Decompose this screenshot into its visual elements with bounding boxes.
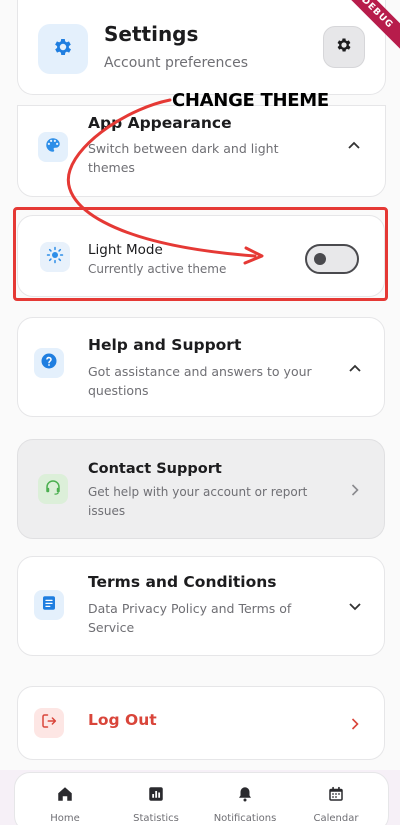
document-icon (40, 594, 58, 616)
bell-icon (236, 785, 254, 807)
contact-subtitle: Get help with your account or report iss… (88, 485, 308, 518)
contact-icon-tile (38, 474, 68, 504)
settings-action-button[interactable] (323, 26, 365, 68)
chart-icon (147, 785, 165, 807)
help-support-card[interactable]: Help and Support Got assistance and answ… (17, 317, 385, 417)
calendar-icon (327, 785, 345, 807)
help-icon-tile (34, 348, 64, 378)
headset-icon (44, 478, 62, 500)
nav-item-notifications[interactable]: Notifications (205, 785, 285, 824)
terms-subtitle: Data Privacy Policy and Terms of Service (88, 601, 292, 635)
nav-item-calendar[interactable]: Calendar (296, 785, 376, 824)
highlight-box (13, 207, 388, 301)
chevron-up-icon[interactable] (344, 135, 364, 155)
home-icon (56, 785, 74, 807)
help-title: Help and Support (88, 336, 242, 354)
palette-icon (44, 136, 62, 158)
question-icon (40, 352, 58, 374)
contact-support-card[interactable]: Contact Support Get help with your accou… (17, 439, 385, 539)
help-subtitle: Got assistance and answers to your quest… (88, 364, 312, 398)
terms-card[interactable]: Terms and Conditions Data Privacy Policy… (17, 556, 385, 656)
page-title: Settings (104, 22, 199, 46)
appearance-title: App Appearance (88, 114, 232, 132)
chevron-down-icon[interactable] (345, 597, 365, 617)
logout-icon-tile (34, 708, 64, 738)
header-card: Settings Account preferences (17, 0, 386, 95)
chevron-right-icon[interactable] (345, 480, 365, 500)
appearance-subtitle: Switch between dark and light themes (88, 141, 279, 175)
annotation-label: CHANGE THEME (172, 90, 329, 111)
logout-card[interactable]: Log Out (17, 686, 385, 760)
gear-icon (335, 36, 353, 58)
header-icon-tile (38, 24, 88, 74)
appearance-card[interactable]: App Appearance Switch between dark and l… (17, 105, 386, 197)
appearance-icon-tile (38, 132, 68, 162)
settings-screen: Settings Account preferences DEBUG App A… (0, 0, 400, 825)
nav-item-home[interactable]: Home (25, 785, 105, 824)
nav-label-statistics: Statistics (133, 813, 179, 824)
chevron-right-icon[interactable] (345, 714, 365, 734)
terms-icon-tile (34, 590, 64, 620)
gear-icon (52, 36, 74, 62)
nav-label-calendar: Calendar (313, 813, 359, 824)
logout-title: Log Out (88, 711, 157, 729)
nav-label-home: Home (50, 813, 80, 824)
logout-icon (40, 712, 58, 734)
terms-title: Terms and Conditions (88, 573, 277, 591)
chevron-up-icon[interactable] (345, 358, 365, 378)
nav-label-notifications: Notifications (213, 813, 277, 824)
bottom-nav: Home Statistics Notifications Calendar (14, 772, 389, 825)
contact-title: Contact Support (88, 461, 222, 477)
nav-item-statistics[interactable]: Statistics (116, 785, 196, 824)
page-subtitle: Account preferences (104, 55, 249, 71)
